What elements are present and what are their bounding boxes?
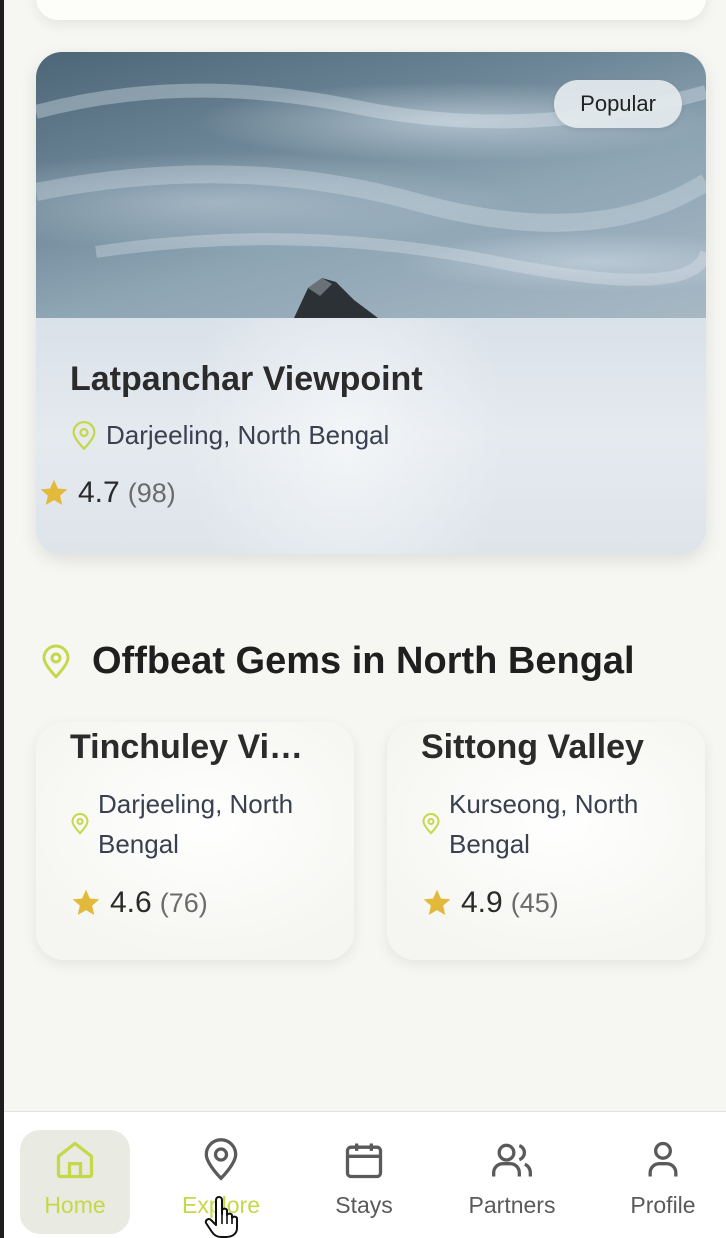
calendar-icon [345,1143,383,1179]
gem-card[interactable]: Tinchuley Vi… Darjeeling, North Bengal 4… [36,722,354,960]
previous-card[interactable] [36,0,706,20]
location-text: Darjeeling, North Bengal [106,420,390,450]
location-text: Darjeeling, North Bengal [98,789,294,859]
nav-item-partners[interactable]: Partners [457,1130,567,1234]
user-icon [648,1141,678,1177]
nav-label: Partners [468,1192,556,1218]
section-title: Offbeat Gems in North Bengal [92,640,635,682]
bottom-navigation: Home Explore Stays Partners [4,1111,726,1238]
users-icon [492,1143,532,1177]
nav-item-stays[interactable]: Stays [309,1130,419,1234]
star-icon [40,479,68,505]
star-icon [72,889,100,915]
rating-value: 4.9 [461,886,503,919]
nav-item-home[interactable]: Home [20,1130,130,1234]
gem-title: Sittong Valley [421,728,644,766]
gem-rating: 4.9 (45) [421,886,559,920]
map-pin-icon [72,420,96,450]
place-info: Latpanchar Viewpoint Darjeeling, North B… [36,318,706,554]
nav-label: Profile [630,1192,696,1218]
review-count: (98) [127,477,176,508]
star-icon [423,889,451,915]
nav-label: Home [44,1192,106,1218]
gem-location: Kurseong, North Bengal [421,784,691,864]
section-header: Offbeat Gems in North Bengal [40,640,635,683]
app-screen: Popular Latpanchar Viewpoint Darjeeling,… [4,0,726,1238]
place-title: Latpanchar Viewpoint [70,360,423,398]
review-count: (45) [510,887,559,918]
place-rating: 4.7 (98) [38,476,176,510]
rating-value: 4.6 [110,886,152,919]
place-location: Darjeeling, North Bengal [70,420,389,451]
gem-rating: 4.6 (76) [70,886,208,920]
home-icon [56,1141,94,1179]
hand-cursor-icon [204,1196,238,1238]
map-pin-icon [422,813,440,835]
nav-label: Stays [335,1192,393,1218]
rating-value: 4.7 [78,476,120,509]
review-count: (76) [159,887,208,918]
map-pin-icon [71,813,89,835]
gem-title: Tinchuley Vi… [70,728,304,766]
map-pin-icon [204,1138,238,1181]
popular-badge: Popular [554,80,682,128]
gem-card[interactable]: Sittong Valley Kurseong, North Bengal 4.… [387,722,705,960]
location-text: Kurseong, North Bengal [449,789,639,859]
nav-item-profile[interactable]: Profile [608,1130,718,1234]
map-pin-icon [42,644,70,679]
place-photo: Popular [36,52,706,318]
gem-location: Darjeeling, North Bengal [70,784,340,864]
